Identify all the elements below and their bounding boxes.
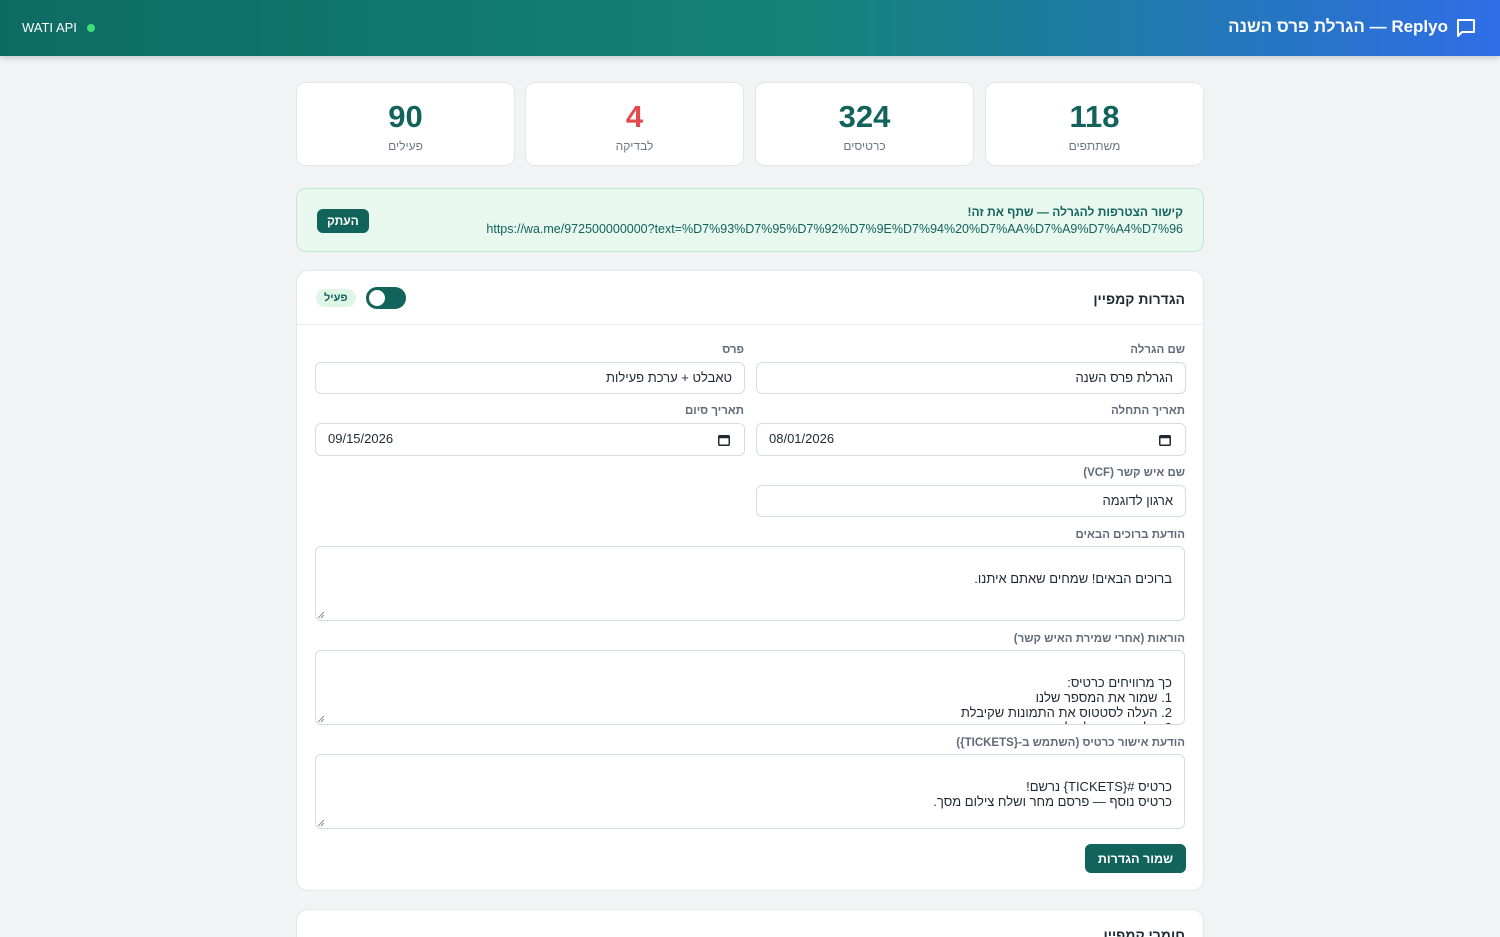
- resize-grip-icon[interactable]: [317, 715, 325, 723]
- contact-name-label: שם איש קשר (VCF): [1083, 467, 1185, 479]
- calendar-icon[interactable]: [718, 434, 730, 446]
- api-status: WATI API: [22, 20, 95, 35]
- join-link-url[interactable]: https://wa.me/972500000000?text=%D7%93%D…: [463, 222, 1183, 236]
- start-date-value: 08/01/2026: [769, 431, 835, 446]
- stat-value: 4: [625, 99, 644, 134]
- raffle-name-input[interactable]: הגרלת פרס השנה: [756, 362, 1186, 394]
- card-title: הגדרות קמפיין: [1093, 291, 1185, 307]
- stat-card-participants: 118 משתתפים: [985, 82, 1204, 166]
- ticket-confirmation-textarea[interactable]: כרטיס #{TICKETS} נרשם! כרטיס נוסף — פרסם…: [315, 754, 1185, 829]
- start-date-input[interactable]: 08/01/2026: [756, 423, 1186, 456]
- welcome-message-value: ברוכים הבאים! שמחים שאתם איתנו.: [974, 571, 1172, 586]
- status-badge: פעיל: [316, 289, 356, 307]
- chat-bubble-icon: [1457, 19, 1475, 37]
- stat-card-tickets: 324 כרטיסים: [755, 82, 974, 166]
- stat-card-active: 90 פעילים: [296, 82, 515, 166]
- stats-row: 118 משתתפים 324 כרטיסים 4 לבדיקה 90 פעיל…: [296, 82, 1204, 166]
- contact-name-label-text: שם איש קשר (VCF): [1083, 467, 1185, 479]
- resize-grip-icon[interactable]: [317, 611, 325, 619]
- end-date-value: 09/15/2026: [328, 431, 394, 446]
- stat-label: פעילים: [388, 139, 423, 153]
- join-link-title: קישור הצטרפות להגרלה — שתף את זה!: [967, 205, 1184, 219]
- campaign-settings-card: הגדרות קמפיין פעיל שם הגרלה הגרלת פרס הש…: [296, 270, 1204, 891]
- api-label: WATI API: [22, 20, 77, 35]
- top-bar: Replyo — הגרלת פרס השנה WATI API: [0, 0, 1500, 56]
- stat-card-pending-review: 4 לבדיקה: [525, 82, 744, 166]
- contact-name-input[interactable]: ארגון לדוגמה: [756, 485, 1186, 517]
- instructions-label: הוראות (אחרי שמירת האיש קשר): [1013, 633, 1185, 645]
- start-date-label: תאריך התחלה: [1111, 405, 1185, 417]
- welcome-message-label: הודעת ברוכים הבאים: [1075, 529, 1185, 541]
- active-toggle[interactable]: [366, 287, 406, 309]
- stat-label: משתתפים: [1068, 139, 1121, 153]
- stat-label: כרטיסים: [843, 139, 886, 153]
- ticket-confirmation-label: הודעת אישור כרטיס (השתמש ב-{TICKETS}): [956, 737, 1185, 749]
- end-date-input[interactable]: 09/15/2026: [315, 423, 745, 456]
- toggle-knob: [369, 290, 385, 306]
- prize-label: פרס: [722, 344, 744, 356]
- status-dot-icon: [86, 23, 95, 32]
- copy-link-button[interactable]: העתק: [317, 209, 369, 233]
- save-settings-button[interactable]: שמור הגדרות: [1085, 844, 1186, 873]
- app-title: Replyo — הגרלת פרס השנה: [1228, 17, 1448, 36]
- end-date-label: תאריך סיום: [684, 405, 744, 417]
- card-header: הגדרות קמפיין פעיל: [297, 271, 1203, 325]
- ticket-confirmation-value: כרטיס #{TICKETS} נרשם! כרטיס נוסף — פרסם…: [933, 779, 1172, 809]
- instructions-textarea[interactable]: כך מרוויחים כרטיס: 1. שמור את המספר שלנו…: [315, 650, 1185, 725]
- raffle-name-label: שם הגרלה: [1130, 344, 1185, 356]
- stat-value: 118: [1069, 99, 1120, 134]
- campaign-materials-card: חומרי קמפיין: [296, 909, 1204, 937]
- instructions-value: כך מרוויחים כרטיס: 1. שמור את המספר שלנו…: [960, 675, 1172, 724]
- join-link-box: קישור הצטרפות להגרלה — שתף את זה! https:…: [296, 188, 1204, 252]
- stat-label: לבדיקה: [615, 139, 654, 153]
- prize-input[interactable]: טאבלט + ערכת פעילות: [315, 362, 745, 394]
- stat-value: 324: [838, 99, 891, 134]
- welcome-message-textarea[interactable]: ברוכים הבאים! שמחים שאתם איתנו.: [315, 546, 1185, 621]
- resize-grip-icon[interactable]: [317, 819, 325, 827]
- calendar-icon[interactable]: [1159, 434, 1171, 446]
- card-title: חומרי קמפיין: [1103, 927, 1186, 937]
- stat-value: 90: [388, 99, 423, 134]
